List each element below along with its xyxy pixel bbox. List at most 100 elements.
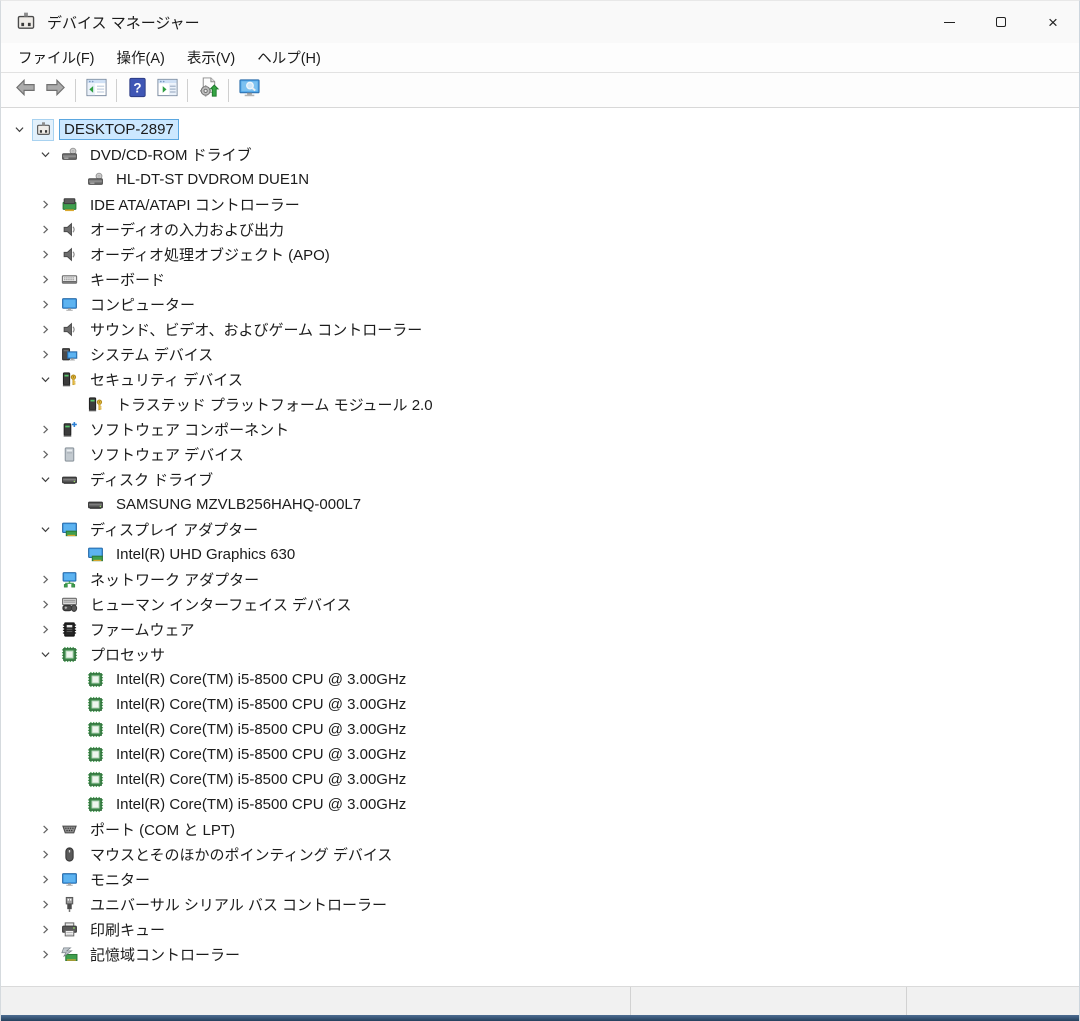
tree-item-label: オーディオの入力および出力 <box>85 217 289 242</box>
chevron-down-icon[interactable] <box>37 372 53 388</box>
tree-item-label: DVD/CD-ROM ドライブ <box>85 142 257 167</box>
chevron-right-icon[interactable] <box>37 447 53 463</box>
chevron-spacer <box>63 497 79 513</box>
tree-item[interactable]: プロセッサ <box>1 642 1079 667</box>
tree-item[interactable]: Intel(R) Core(TM) i5-8500 CPU @ 3.00GHz <box>1 792 1079 817</box>
status-bar <box>1 986 1079 1015</box>
processor-icon <box>85 770 105 790</box>
tree-item[interactable]: セキュリティ デバイス <box>1 367 1079 392</box>
keyboard-icon <box>59 270 79 290</box>
chevron-right-icon[interactable] <box>37 422 53 438</box>
menu-item[interactable]: ファイル(F) <box>7 43 106 72</box>
tree-item[interactable]: ディスク ドライブ <box>1 467 1079 492</box>
chevron-right-icon[interactable] <box>37 197 53 213</box>
tree-item[interactable]: ユニバーサル シリアル バス コントローラー <box>1 892 1079 917</box>
close-button[interactable]: × <box>1027 1 1079 43</box>
software-device-icon <box>59 445 79 465</box>
back-button[interactable] <box>10 77 40 104</box>
close-icon: × <box>1048 14 1058 31</box>
chevron-right-icon[interactable] <box>37 247 53 263</box>
tree-item[interactable]: HL-DT-ST DVDROM DUE1N <box>1 167 1079 192</box>
tree-item[interactable]: DVD/CD-ROM ドライブ <box>1 142 1079 167</box>
tree-item[interactable]: ソフトウェア デバイス <box>1 442 1079 467</box>
tree-item[interactable]: Intel(R) Core(TM) i5-8500 CPU @ 3.00GHz <box>1 692 1079 717</box>
tree-item[interactable]: マウスとそのほかのポインティング デバイス <box>1 842 1079 867</box>
chevron-spacer <box>63 547 79 563</box>
chevron-spacer <box>63 397 79 413</box>
chevron-right-icon[interactable] <box>37 572 53 588</box>
tree-item-label: HL-DT-ST DVDROM DUE1N <box>111 169 314 190</box>
tree-item-label: ソフトウェア コンポーネント <box>85 417 294 442</box>
security-device-icon <box>59 370 79 390</box>
security-device-icon <box>85 395 105 415</box>
help-button[interactable]: ? <box>122 77 152 104</box>
menu-item[interactable]: 表示(V) <box>176 43 246 72</box>
show-action-pane-button[interactable] <box>152 77 182 104</box>
chevron-down-icon[interactable] <box>37 522 53 538</box>
tree-item-label: Intel(R) Core(TM) i5-8500 CPU @ 3.00GHz <box>111 719 411 740</box>
chevron-right-icon[interactable] <box>37 297 53 313</box>
maximize-button[interactable] <box>975 1 1027 43</box>
minimize-button[interactable] <box>923 1 975 43</box>
tree-item[interactable]: ディスプレイ アダプター <box>1 517 1079 542</box>
tree-item[interactable]: トラステッド プラットフォーム モジュール 2.0 <box>1 392 1079 417</box>
tree-item[interactable]: ヒューマン インターフェイス デバイス <box>1 592 1079 617</box>
chevron-right-icon[interactable] <box>37 622 53 638</box>
chevron-right-icon[interactable] <box>37 822 53 838</box>
tree-item[interactable]: 記憶域コントローラー <box>1 942 1079 967</box>
computer-search-button[interactable] <box>234 77 264 104</box>
chevron-right-icon[interactable] <box>37 272 53 288</box>
system-device-icon <box>59 345 79 365</box>
chevron-spacer <box>63 697 79 713</box>
chevron-right-icon[interactable] <box>37 897 53 913</box>
tree-item-label: Intel(R) Core(TM) i5-8500 CPU @ 3.00GHz <box>111 669 411 690</box>
status-bar-section <box>907 987 1079 1015</box>
tree-item-label: ファームウェア <box>85 617 200 642</box>
tree-item[interactable]: ファームウェア <box>1 617 1079 642</box>
chevron-down-icon[interactable] <box>37 147 53 163</box>
tree-item[interactable]: ネットワーク アダプター <box>1 567 1079 592</box>
show-console-tree-button[interactable] <box>81 77 111 104</box>
tree-item[interactable]: キーボード <box>1 267 1079 292</box>
chevron-right-icon[interactable] <box>37 597 53 613</box>
tree-item-label: プロセッサ <box>85 642 170 667</box>
tree-item[interactable]: サウンド、ビデオ、およびゲーム コントローラー <box>1 317 1079 342</box>
tree-item[interactable]: Intel(R) Core(TM) i5-8500 CPU @ 3.00GHz <box>1 767 1079 792</box>
tree-item[interactable]: 印刷キュー <box>1 917 1079 942</box>
scan-hardware-changes-button[interactable] <box>193 77 223 104</box>
forward-button[interactable] <box>40 77 70 104</box>
tree-item[interactable]: IDE ATA/ATAPI コントローラー <box>1 192 1079 217</box>
tree-item[interactable]: ソフトウェア コンポーネント <box>1 417 1079 442</box>
tree-item[interactable]: DESKTOP-2897 <box>1 117 1079 142</box>
tree-item[interactable]: モニター <box>1 867 1079 892</box>
chevron-right-icon[interactable] <box>37 922 53 938</box>
chevron-spacer <box>63 672 79 688</box>
tree-item[interactable]: オーディオ処理オブジェクト (APO) <box>1 242 1079 267</box>
chevron-spacer <box>63 722 79 738</box>
tree-item[interactable]: Intel(R) Core(TM) i5-8500 CPU @ 3.00GHz <box>1 742 1079 767</box>
tree-item-label: ディスク ドライブ <box>85 467 218 492</box>
chevron-right-icon[interactable] <box>37 872 53 888</box>
tree-item-label: トラステッド プラットフォーム モジュール 2.0 <box>111 392 438 417</box>
tree-item[interactable]: コンピューター <box>1 292 1079 317</box>
tree-item[interactable]: Intel(R) Core(TM) i5-8500 CPU @ 3.00GHz <box>1 667 1079 692</box>
menu-item[interactable]: ヘルプ(H) <box>246 43 332 72</box>
chevron-down-icon[interactable] <box>37 647 53 663</box>
chevron-down-icon[interactable] <box>11 122 27 138</box>
menu-item[interactable]: 操作(A) <box>106 43 176 72</box>
tree-item-label: セキュリティ デバイス <box>85 367 248 392</box>
chevron-right-icon[interactable] <box>37 947 53 963</box>
tree-item[interactable]: Intel(R) UHD Graphics 630 <box>1 542 1079 567</box>
tree-item[interactable]: システム デバイス <box>1 342 1079 367</box>
chevron-right-icon[interactable] <box>37 347 53 363</box>
window-bottom-edge <box>1 1015 1079 1021</box>
tree-item[interactable]: オーディオの入力および出力 <box>1 217 1079 242</box>
tree-item[interactable]: ポート (COM と LPT) <box>1 817 1079 842</box>
chevron-right-icon[interactable] <box>37 322 53 338</box>
chevron-spacer <box>63 797 79 813</box>
chevron-down-icon[interactable] <box>37 472 53 488</box>
chevron-right-icon[interactable] <box>37 847 53 863</box>
chevron-right-icon[interactable] <box>37 222 53 238</box>
tree-item[interactable]: Intel(R) Core(TM) i5-8500 CPU @ 3.00GHz <box>1 717 1079 742</box>
tree-item[interactable]: SAMSUNG MZVLB256HAHQ-000L7 <box>1 492 1079 517</box>
